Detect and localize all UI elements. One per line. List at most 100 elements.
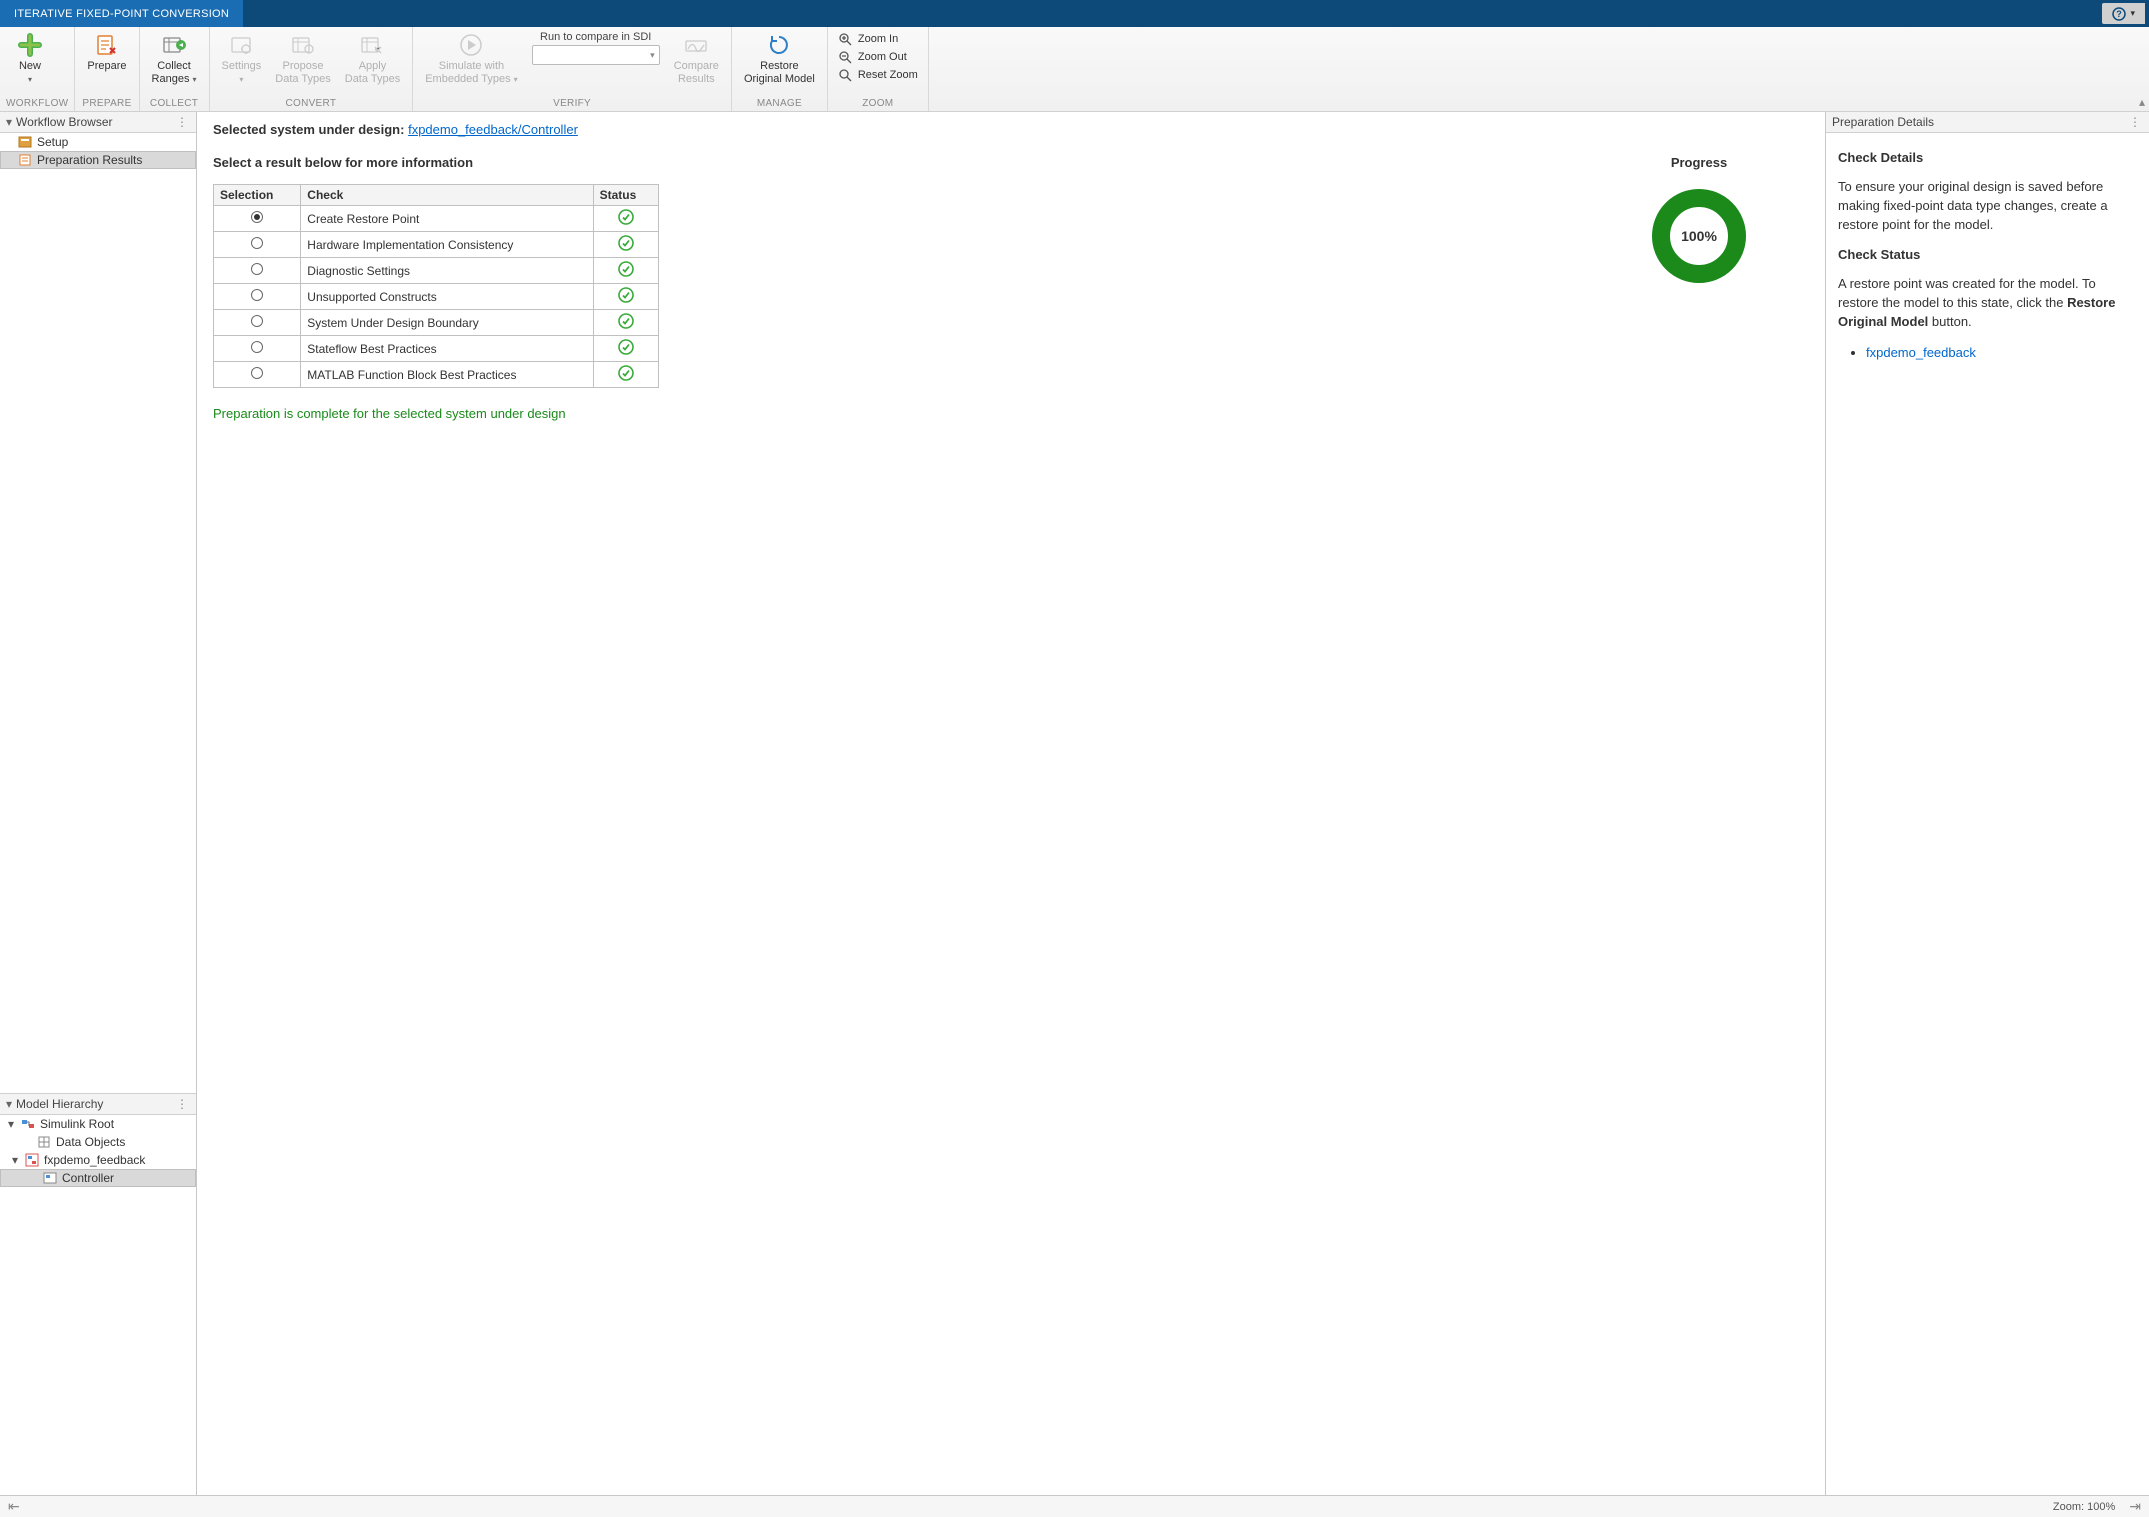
reset-zoom-icon <box>838 68 852 82</box>
run-compare-combo[interactable]: ▾ <box>532 45 660 65</box>
titlebar-tab[interactable]: ITERATIVE FIXED-POINT CONVERSION <box>0 0 243 27</box>
hierarchy-label: Data Objects <box>56 1135 125 1149</box>
selected-system-link[interactable]: fxpdemo_feedback/Controller <box>408 122 578 137</box>
model-hierarchy-tree: ▾ Simulink Root Data Objects ▾ fxpdemo_f… <box>0 1115 196 1495</box>
status-ok-icon <box>618 313 634 329</box>
group-label-manage: MANAGE <box>738 97 821 111</box>
status-ok-icon <box>618 339 634 355</box>
workflow-browser-tree: Setup Preparation Results <box>0 133 196 169</box>
ribbon-collapse-button[interactable]: ▴ <box>2139 95 2145 109</box>
titlebar: ITERATIVE FIXED-POINT CONVERSION ? ▾ <box>0 0 2149 27</box>
zoom-in-icon <box>838 32 852 46</box>
collect-icon <box>160 31 188 59</box>
ribbon-group-manage: RestoreOriginal Model MANAGE <box>732 27 828 111</box>
zoom-in-button[interactable]: Zoom In <box>834 31 922 47</box>
restore-icon <box>765 31 793 59</box>
expander-icon[interactable]: ▾ <box>10 1153 20 1167</box>
row-radio[interactable] <box>251 211 263 223</box>
new-label: New <box>19 60 41 72</box>
workflow-item-label: Setup <box>37 135 68 149</box>
zoom-out-icon <box>838 50 852 64</box>
col-selection: Selection <box>214 185 301 206</box>
hierarchy-model[interactable]: ▾ fxpdemo_feedback <box>0 1151 196 1169</box>
table-row[interactable]: MATLAB Function Block Best Practices <box>214 362 659 388</box>
row-check-label: Hardware Implementation Consistency <box>301 232 593 258</box>
row-radio[interactable] <box>251 237 263 249</box>
status-ok-icon <box>618 365 634 381</box>
reset-zoom-button[interactable]: Reset Zoom <box>834 67 922 83</box>
hierarchy-data-objects[interactable]: Data Objects <box>0 1133 196 1151</box>
zoom-in-label: Zoom In <box>858 33 898 45</box>
table-row[interactable]: Hardware Implementation Consistency <box>214 232 659 258</box>
statusbar: ⇤ Zoom: 100% ⇥ <box>0 1495 2149 1517</box>
hierarchy-root[interactable]: ▾ Simulink Root <box>0 1115 196 1133</box>
model-link[interactable]: fxpdemo_feedback <box>1866 345 1976 360</box>
workflow-item-label: Preparation Results <box>37 153 142 167</box>
preparation-details-title: Preparation Details <box>1832 115 2127 129</box>
table-row[interactable]: Stateflow Best Practices <box>214 336 659 362</box>
progress-percent: 100% <box>1649 186 1749 286</box>
status-ok-icon <box>618 287 634 303</box>
chevron-down-icon: ▾ <box>650 50 655 61</box>
propose-icon <box>289 31 317 59</box>
apply-label: ApplyData Types <box>345 60 400 86</box>
panel-menu-button[interactable]: ⋮ <box>174 115 190 129</box>
preparation-details-header: Preparation Details ⋮ <box>1826 112 2149 133</box>
expander-icon[interactable]: ▾ <box>6 1117 16 1131</box>
table-row[interactable]: Diagnostic Settings <box>214 258 659 284</box>
row-radio[interactable] <box>251 341 263 353</box>
check-details-text: To ensure your original design is saved … <box>1838 178 2137 235</box>
zoom-out-button[interactable]: Zoom Out <box>834 49 922 65</box>
model-hierarchy-title: Model Hierarchy <box>16 1097 174 1111</box>
collect-ranges-button[interactable]: CollectRanges ▾ <box>146 29 203 88</box>
collapse-icon[interactable]: ▾ <box>6 115 12 129</box>
ribbon-group-workflow: New▾ WORKFLOW <box>0 27 75 111</box>
row-radio[interactable] <box>251 263 263 275</box>
panel-menu-button[interactable]: ⋮ <box>174 1097 190 1111</box>
help-button[interactable]: ? ▾ <box>2102 3 2145 24</box>
row-radio[interactable] <box>251 315 263 327</box>
scroll-start-icon[interactable]: ⇤ <box>6 1498 22 1515</box>
run-compare-label: Run to compare in SDI <box>540 31 651 43</box>
apply-button: ApplyData Types <box>339 29 406 88</box>
hierarchy-label: Simulink Root <box>40 1117 114 1131</box>
ribbon-group-zoom: Zoom In Zoom Out Reset Zoom ZOOM <box>828 27 929 111</box>
left-column: ▾ Workflow Browser ⋮ Setup Preparation R… <box>0 112 197 1495</box>
table-row[interactable]: Unsupported Constructs <box>214 284 659 310</box>
settings-button: Settings▾ <box>216 29 268 88</box>
progress-title: Progress <box>1649 155 1749 170</box>
group-label-convert: CONVERT <box>216 97 407 111</box>
right-panel: Preparation Details ⋮ Check Details To e… <box>1826 112 2149 1495</box>
collect-label: CollectRanges <box>152 60 191 85</box>
row-check-label: Create Restore Point <box>301 206 593 232</box>
hierarchy-label: fxpdemo_feedback <box>44 1153 145 1167</box>
new-button[interactable]: New ▾ <box>6 29 54 88</box>
propose-label: ProposeData Types <box>275 60 330 86</box>
prepare-button[interactable]: Prepare <box>81 29 132 75</box>
hierarchy-controller[interactable]: Controller <box>0 1169 196 1187</box>
simulink-icon <box>21 1117 35 1131</box>
results-table: Selection Check Status Create Restore Po… <box>213 184 659 388</box>
settings-label: Settings <box>222 60 262 72</box>
prepare-icon <box>93 31 121 59</box>
row-radio[interactable] <box>251 367 263 379</box>
workflow-item-preparation-results[interactable]: Preparation Results <box>0 151 196 169</box>
setup-icon <box>18 135 32 149</box>
chevron-down-icon: ▾ <box>2130 8 2135 19</box>
panel-menu-button[interactable]: ⋮ <box>2127 115 2143 129</box>
collapse-icon[interactable]: ▾ <box>6 1097 12 1111</box>
ribbon: New▾ WORKFLOW Prepare PREPARE <box>0 27 2149 112</box>
simulate-button: Simulate withEmbedded Types ▾ <box>419 29 523 88</box>
chevron-down-icon: ▾ <box>28 75 32 84</box>
restore-label: RestoreOriginal Model <box>744 60 815 86</box>
group-label-prepare: PREPARE <box>81 97 132 111</box>
hierarchy-label: Controller <box>62 1171 114 1185</box>
workflow-item-setup[interactable]: Setup <box>0 133 196 151</box>
table-row[interactable]: Create Restore Point <box>214 206 659 232</box>
scroll-end-icon[interactable]: ⇥ <box>2127 1498 2143 1515</box>
table-row[interactable]: System Under Design Boundary <box>214 310 659 336</box>
workflow-browser-header: ▾ Workflow Browser ⋮ <box>0 112 196 133</box>
restore-button[interactable]: RestoreOriginal Model <box>738 29 821 88</box>
row-radio[interactable] <box>251 289 263 301</box>
zoom-level: Zoom: 100% <box>2053 1501 2115 1513</box>
